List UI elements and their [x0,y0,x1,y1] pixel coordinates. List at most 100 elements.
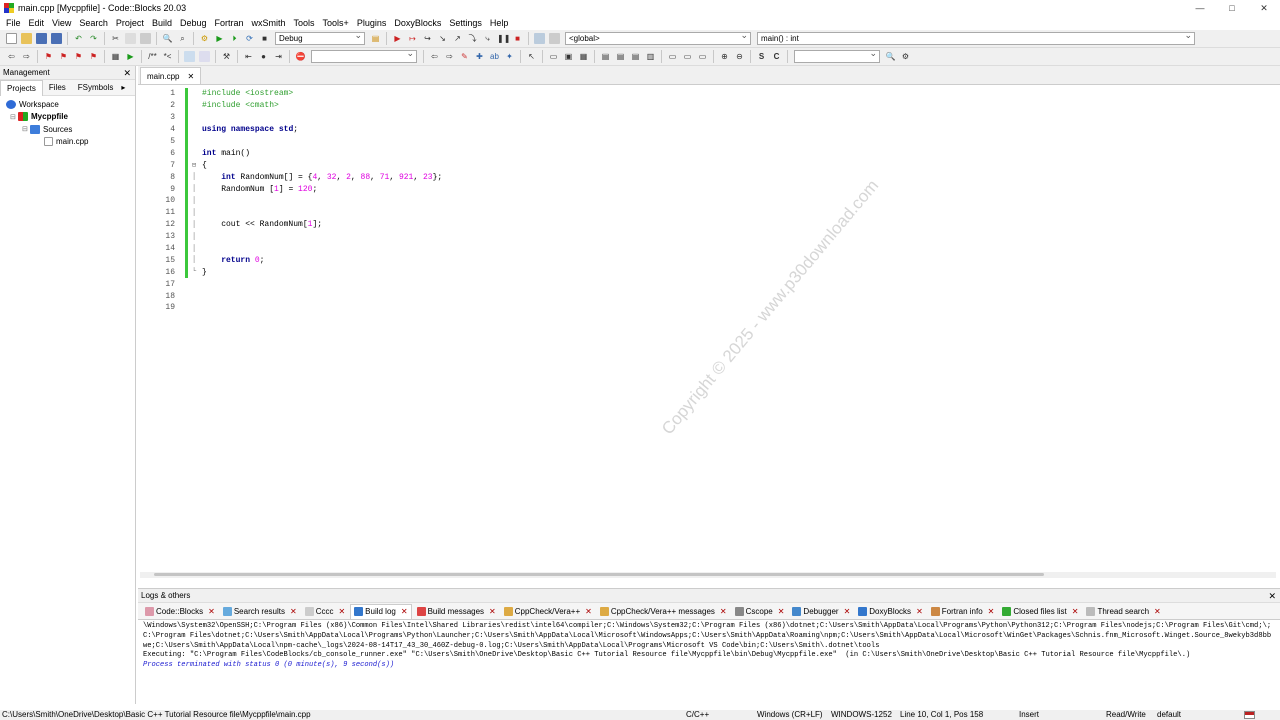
bookmark-next-icon[interactable]: ⚑ [73,51,84,62]
undo-icon[interactable]: ↶ [73,33,84,44]
next-line-icon[interactable]: ↪ [422,33,433,44]
search-icon[interactable]: 🔍 [885,51,896,62]
code-search-combo[interactable] [794,48,880,63]
close-icon[interactable]: ✕ [720,607,727,616]
menu-help[interactable]: Help [486,18,513,28]
close-icon[interactable]: ✕ [916,607,923,616]
menu-doxyblocks[interactable]: DoxyBlocks [390,18,445,28]
jump-forward-icon[interactable]: ⇨ [21,51,32,62]
close-icon[interactable]: ✕ [338,607,345,616]
text-abc-icon[interactable]: ab [489,51,500,62]
step-into-icon[interactable]: ↘ [437,33,448,44]
debug-windows-icon[interactable] [534,33,545,44]
layout-2-icon[interactable]: ▤ [615,51,626,62]
rectangle-icon[interactable]: ▭ [548,51,559,62]
search-options-icon[interactable]: ⚙ [900,51,911,62]
uncomment-icon[interactable]: *< [162,51,173,62]
menu-search[interactable]: Search [75,18,112,28]
menu-view[interactable]: View [48,18,75,28]
tree-item-main-cpp[interactable]: main.cpp [0,136,135,149]
close-icon[interactable]: ✕ [208,607,215,616]
prev-icon[interactable]: ⇤ [243,51,254,62]
menu-plugins[interactable]: Plugins [353,18,391,28]
layout-1-icon[interactable]: ▤ [600,51,611,62]
abort-icon[interactable]: ■ [259,33,270,44]
code-line[interactable]: 1 #include <iostream> [141,88,1277,100]
scope-select[interactable]: <global> [565,30,751,45]
close-icon[interactable]: ✕ [778,607,785,616]
log-tab[interactable]: Cscope ✕ [732,604,788,619]
zoom-in-icon[interactable]: ⊕ [719,51,730,62]
code-line[interactable]: 9 │ RandomNum [1] = 120; [141,183,1277,196]
search-combo[interactable] [311,48,417,63]
build-run-icon[interactable]: ⏵ [229,33,240,44]
select-arrow-icon[interactable]: ↖ [526,51,537,62]
code-line[interactable]: 19 [141,302,1277,314]
code-line[interactable]: 8 │ int RandomNum[] = {4, 32, 2, 88, 71, … [141,171,1277,184]
build-icon[interactable]: ⚙ [199,33,210,44]
breakpoint-icon[interactable]: ● [258,51,269,62]
bookmark-toggle-icon[interactable]: ⚑ [43,51,54,62]
frame-3-icon[interactable]: ▭ [697,51,708,62]
log-tab[interactable]: Cccc ✕ [302,604,348,619]
stop-debug-icon[interactable]: ■ [512,33,523,44]
tools-icon[interactable]: ⚒ [221,51,232,62]
menu-build[interactable]: Build [148,18,176,28]
code-line[interactable]: 3 [141,111,1277,124]
tree-item-project[interactable]: ⊟ Mycppfile [0,111,135,124]
tab-projects[interactable]: Projects [0,79,43,96]
log-tab[interactable]: Code::Blocks ✕ [142,604,218,619]
log-tab[interactable]: CppCheck/Vera++ ✕ [501,604,595,619]
menu-wxsmith[interactable]: wxSmith [248,18,290,28]
close-icon[interactable]: ✕ [290,607,297,616]
save-all-icon[interactable] [51,33,62,44]
log-tab[interactable]: Debugger ✕ [789,604,853,619]
open-folder-icon[interactable] [21,33,32,44]
tree-item-workspace[interactable]: Workspace [0,98,135,111]
menu-tools[interactable]: Tools [290,18,319,28]
code-line[interactable]: 13 │ [141,230,1277,243]
pause-icon[interactable]: ❚❚ [497,33,510,44]
close-icon[interactable]: ✕ [401,607,408,616]
code-line[interactable]: 7 ⊟{ [141,159,1277,172]
debug-info-icon[interactable] [549,33,560,44]
sparkle-icon[interactable]: ✦ [504,51,515,62]
close-icon[interactable]: ✕ [1072,607,1079,616]
tabs-scroll-right-icon[interactable]: ▸ [119,80,127,96]
code-line[interactable]: 15 │ return 0; [141,254,1277,267]
frame-1-icon[interactable]: ▭ [667,51,678,62]
log-tab[interactable]: CppCheck/Vera++ messages ✕ [597,604,730,619]
close-icon[interactable]: ✕ [844,607,851,616]
cut-icon[interactable]: ✂ [110,33,121,44]
extract-docs-icon[interactable] [199,51,210,62]
close-button[interactable]: ✕ [1248,0,1280,16]
s-icon[interactable]: S [756,51,767,62]
code-line[interactable]: 17 [141,278,1277,290]
run-to-cursor-icon[interactable]: ↦ [407,33,418,44]
tab-files[interactable]: Files [43,80,72,96]
build-options-icon[interactable]: ▦ [110,51,121,62]
collapse-icon[interactable]: ⊟ [22,125,30,133]
bookmark-clear-icon[interactable]: ⚑ [88,51,99,62]
close-icon[interactable]: ✕ [489,607,496,616]
menu-settings[interactable]: Settings [445,18,486,28]
close-icon[interactable]: ✕ [585,607,592,616]
code-line[interactable]: 18 [141,290,1277,302]
frame-2-icon[interactable]: ▭ [682,51,693,62]
menu-debug[interactable]: Debug [176,18,211,28]
code-line[interactable]: 14 │ [141,242,1277,255]
next-icon[interactable]: ⇥ [273,51,284,62]
fold-collapse-icon[interactable]: ⊟ [188,161,200,170]
paste-icon[interactable] [140,33,151,44]
log-tab[interactable]: Build log ✕ [350,603,412,619]
log-tab[interactable]: DoxyBlocks ✕ [855,604,926,619]
code-line[interactable]: 5 [141,135,1277,148]
tab-fsymbols[interactable]: FSymbols [72,80,120,96]
code-line[interactable]: 4 using namespace std; [141,123,1277,136]
close-icon[interactable]: ✕ [1268,589,1276,603]
close-icon[interactable]: ✕ [123,66,131,80]
function-select[interactable]: main() : int [757,30,1195,45]
arrow-right-icon[interactable]: ⇨ [444,51,455,62]
grid-icon[interactable]: ▦ [578,51,589,62]
log-tab[interactable]: Closed files list ✕ [999,604,1081,619]
